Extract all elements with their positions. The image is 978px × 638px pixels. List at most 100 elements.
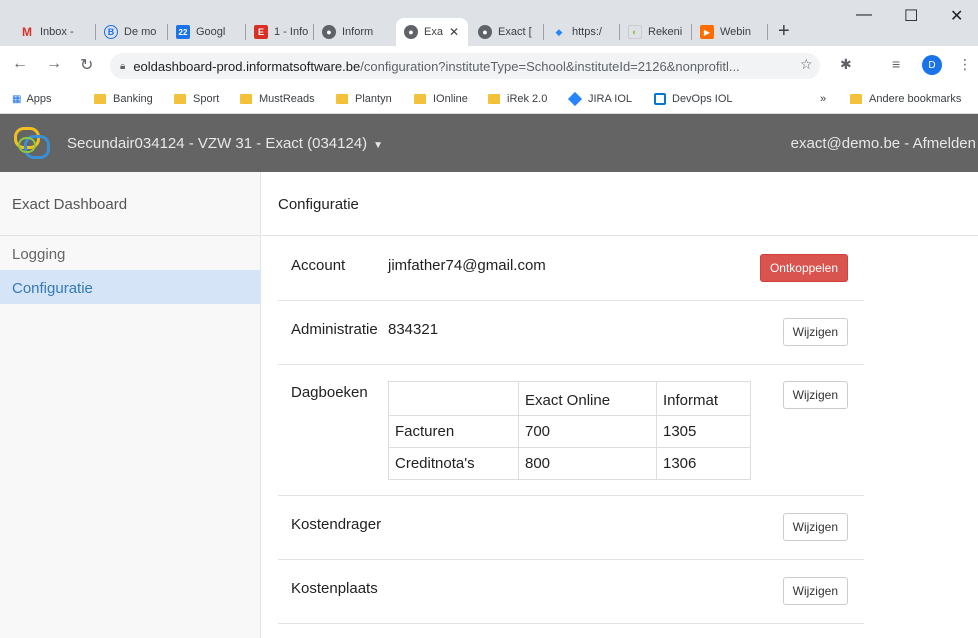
globe-icon: ●: [322, 25, 336, 39]
bookmark-devops[interactable]: DevOps IOL: [654, 93, 733, 105]
extensions-icon[interactable]: ✱: [840, 56, 852, 73]
b-icon: B: [104, 25, 118, 39]
table-cell: Facturen: [388, 415, 519, 448]
bookmark-apps[interactable]: ▦ Apps: [12, 93, 52, 105]
sidebar: Exact Dashboard Logging Configuratie: [0, 172, 261, 638]
jira-icon: ◆: [555, 26, 563, 37]
kostendrager-edit-button[interactable]: Wijzigen: [782, 513, 848, 541]
table-cell: 800: [518, 447, 657, 480]
table-cell: 1305: [656, 415, 751, 448]
back-icon[interactable]: ←: [12, 55, 28, 73]
folder-icon: [850, 94, 862, 104]
app-logo[interactable]: [12, 123, 52, 163]
folder-icon: [488, 94, 500, 104]
new-tab-button[interactable]: +: [778, 20, 790, 43]
kostendrager-row: Kostendrager Wijzigen: [278, 496, 864, 560]
reading-list-icon[interactable]: ≡: [892, 56, 900, 72]
bookmark-ionline[interactable]: IOnline: [414, 93, 468, 105]
app-header: Secundair034124 - VZW 31 - Exact (034124…: [0, 114, 978, 172]
table-row: Creditnota's 800 1306: [388, 447, 751, 480]
url-path: /configuration?instituteType=School&inst…: [360, 58, 740, 74]
browser-tab[interactable]: ● Inform: [314, 18, 394, 46]
kostenplaats-row: Kostenplaats Wijzigen: [278, 560, 864, 624]
close-tab-icon[interactable]: ✕: [449, 25, 459, 39]
gmail-icon: M: [22, 25, 32, 39]
close-window-icon[interactable]: ✕: [950, 6, 963, 26]
table-cell: Creditnota's: [388, 447, 519, 480]
table-header: [388, 381, 519, 416]
administratie-label: Administratie: [291, 321, 378, 338]
browser-tab-active[interactable]: ● Exa ✕: [396, 18, 468, 46]
folder-icon: [94, 94, 106, 104]
bookmark-mustreads[interactable]: MustReads: [240, 93, 315, 105]
administratie-row: Administratie 834321 Wijzigen: [278, 301, 864, 365]
table-header: Informat: [656, 381, 751, 416]
browser-tab[interactable]: 22 Googl: [168, 18, 246, 46]
folder-icon: [174, 94, 186, 104]
dagboeken-row: Dagboeken Exact Online Informat Facturen…: [278, 365, 864, 496]
bookmark-other[interactable]: Andere bookmarks: [850, 93, 961, 105]
browser-tab[interactable]: ◐ Rekeni: [620, 18, 692, 46]
administratie-edit-button[interactable]: Wijzigen: [782, 318, 848, 346]
folder-icon: [336, 94, 348, 104]
bookmark-plantyn[interactable]: Plantyn: [336, 93, 392, 105]
browser-toolbar: ← → ↻ 🔒︎ eoldashboard-prod.informatsoftw…: [0, 46, 978, 86]
browser-tab-strip: M Inbox - B De mo 22 Googl E 1 - Info ● …: [0, 0, 978, 46]
institution-dropdown[interactable]: Secundair034124 - VZW 31 - Exact (034124…: [67, 135, 383, 152]
url-host: eoldashboard-prod.informatsoftware.be: [133, 58, 361, 74]
bookmark-star-icon[interactable]: ☆: [800, 56, 813, 73]
calendar-icon: 22: [176, 25, 190, 39]
address-bar[interactable]: 🔒︎ eoldashboard-prod.informatsoftware.be…: [110, 53, 820, 79]
apps-icon: ▦: [12, 93, 22, 105]
devops-icon: [654, 93, 666, 105]
caret-down-icon: ▼: [373, 140, 384, 151]
dagboeken-label: Dagboeken: [291, 384, 368, 401]
table-cell: 1306: [656, 447, 751, 480]
dagboeken-table: Exact Online Informat Facturen 700 1305 …: [388, 381, 751, 480]
bookmark-sport[interactable]: Sport: [174, 93, 219, 105]
table-cell: 700: [518, 415, 657, 448]
browser-tab[interactable]: ◆ https:/: [544, 18, 620, 46]
browser-tab[interactable]: ● Exact [: [470, 18, 544, 46]
globe-icon: ●: [478, 25, 492, 39]
play-icon: ▶: [700, 25, 714, 39]
forward-icon[interactable]: →: [46, 55, 62, 73]
reken-icon: ◐: [628, 25, 642, 39]
table-header-row: Exact Online Informat: [388, 381, 751, 416]
page-title: Configuratie: [262, 172, 978, 236]
bookmark-banking[interactable]: Banking: [94, 93, 153, 105]
account-row: Account jimfather74@gmail.com Ontkoppele…: [278, 237, 864, 301]
browser-tab[interactable]: E 1 - Info: [246, 18, 314, 46]
table-row: Facturen 700 1305: [388, 415, 751, 448]
minimize-icon[interactable]: —: [856, 6, 872, 24]
administratie-value: 834321: [388, 321, 439, 338]
sidebar-item-logging[interactable]: Logging: [0, 236, 260, 270]
table-header: Exact Online: [518, 381, 657, 416]
dagboeken-edit-button[interactable]: Wijzigen: [782, 381, 848, 409]
e-icon: E: [254, 25, 268, 39]
bookmark-irek[interactable]: iRek 2.0: [488, 93, 547, 105]
kostenplaats-edit-button[interactable]: Wijzigen: [782, 577, 848, 605]
browser-tab[interactable]: M Inbox -: [12, 18, 96, 46]
bookmarks-more-button[interactable]: »: [820, 93, 826, 105]
user-logout-link[interactable]: exact@demo.be - Afmelden: [791, 135, 976, 152]
lock-icon: 🔒︎: [120, 60, 126, 72]
globe-icon: ●: [404, 25, 418, 39]
ontkoppelen-button[interactable]: Ontkoppelen: [759, 254, 848, 282]
bookmark-jira[interactable]: JIRA IOL: [567, 91, 632, 107]
jira-icon: [567, 91, 583, 107]
menu-icon[interactable]: ⋮: [958, 56, 972, 73]
account-value: jimfather74@gmail.com: [388, 257, 546, 274]
profile-avatar[interactable]: D: [922, 55, 942, 75]
folder-icon: [240, 94, 252, 104]
sidebar-item-configuratie[interactable]: Configuratie: [0, 270, 260, 304]
browser-tab[interactable]: ▶ Webin: [692, 18, 768, 46]
maximize-icon[interactable]: ☐: [904, 6, 918, 26]
sidebar-title[interactable]: Exact Dashboard: [0, 172, 260, 236]
folder-icon: [414, 94, 426, 104]
browser-tab[interactable]: B De mo: [96, 18, 168, 46]
account-label: Account: [291, 257, 346, 274]
bookmarks-bar: ▦ Apps Banking Sport MustReads Plantyn IO…: [0, 86, 978, 114]
reload-icon[interactable]: ↻: [80, 55, 93, 75]
kostendrager-label: Kostendrager: [291, 516, 382, 533]
